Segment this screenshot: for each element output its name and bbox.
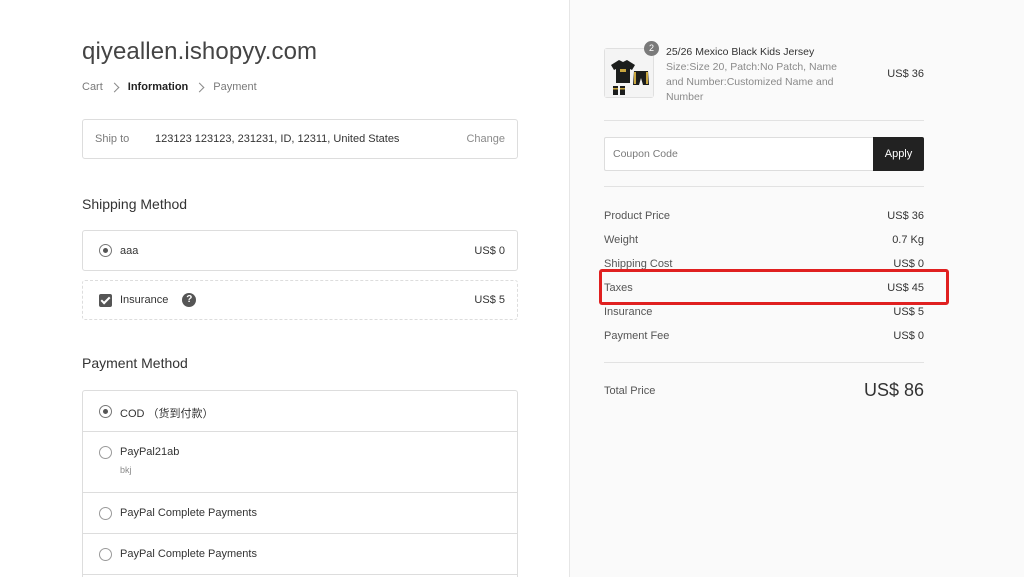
shipping-method-title: Shipping Method [82, 196, 188, 212]
summary-label: Taxes [604, 282, 633, 294]
change-address-link[interactable]: Change [466, 133, 505, 145]
jersey-image [605, 49, 653, 97]
divider [604, 362, 924, 363]
payment-option-paypal21ab[interactable]: PayPal21ab bkj [83, 432, 517, 493]
insurance-label-wrap: Insurance ? [120, 293, 474, 307]
summary-row-product-price: Product Price US$ 36 [604, 209, 924, 233]
summary-row-shipping-cost: Shipping Cost US$ 0 [604, 257, 924, 281]
store-name[interactable]: qiyeallen.ishopyy.com [82, 38, 317, 66]
chevron-right-icon [194, 82, 205, 92]
payment-radio-selected[interactable] [99, 405, 112, 418]
shipping-option-label: aaa [120, 244, 139, 257]
summary-row-weight: Weight 0.7 Kg [604, 233, 924, 257]
chevron-right-icon [109, 82, 120, 92]
payment-option-label: PayPal Complete Payments [120, 548, 257, 560]
insurance-option[interactable]: Insurance ? US$ 5 [82, 280, 518, 320]
payment-option-paypal-complete-2[interactable]: PayPal Complete Payments [83, 534, 517, 575]
summary-row-insurance: Insurance US$ 5 [604, 305, 924, 329]
order-summary-panel: 2 25/26 Mexico Black Kids Jersey Size:Si… [569, 0, 1024, 577]
shipping-radio-selected[interactable] [99, 244, 112, 257]
payment-option-text: PayPal21ab bkj [120, 446, 179, 475]
insurance-label: Insurance [120, 294, 169, 306]
coupon-form: Apply [604, 137, 924, 171]
summary-value: US$ 0 [893, 330, 924, 342]
summary-value: US$ 36 [887, 210, 924, 222]
shipping-option-aaa[interactable]: aaa US$ 0 [82, 230, 518, 271]
summary-label: Product Price [604, 210, 671, 222]
product-thumbnail: 2 [604, 41, 659, 98]
payment-radio[interactable] [99, 446, 112, 459]
price-summary: Product Price US$ 36 Weight 0.7 Kg Shipp… [604, 209, 924, 353]
summary-value: US$ 0 [893, 258, 924, 270]
total-price-row: Total Price US$ 86 [604, 380, 924, 401]
checkout-form-column: qiyeallen.ishopyy.com Cart Information P… [0, 0, 569, 577]
payment-method-list: COD （货到付款） PayPal21ab bkj PayPal Complet… [82, 390, 518, 577]
breadcrumb-information: Information [127, 81, 189, 93]
summary-value: US$ 45 [887, 282, 924, 294]
total-price-value: US$ 86 [863, 380, 924, 400]
insurance-price: US$ 5 [474, 294, 505, 306]
summary-label: Shipping Cost [604, 258, 673, 270]
payment-option-cod[interactable]: COD （货到付款） [83, 391, 517, 432]
breadcrumb-payment[interactable]: Payment [213, 81, 256, 93]
checkout-page: qiyeallen.ishopyy.com Cart Information P… [0, 0, 1024, 577]
breadcrumb: Cart Information Payment [82, 81, 257, 93]
payment-option-label: COD （货到付款） [120, 408, 214, 420]
apply-coupon-button[interactable]: Apply [873, 137, 924, 171]
divider [604, 120, 924, 121]
ship-to-label: Ship to [95, 133, 130, 145]
summary-label: Insurance [604, 306, 653, 318]
cart-item: 2 25/26 Mexico Black Kids Jersey Size:Si… [604, 41, 924, 105]
insurance-checkbox[interactable] [99, 293, 112, 307]
shipping-option-price: US$ 0 [474, 244, 505, 257]
ship-to-address: 123123 123123, 231231, ID, 12311, United… [155, 133, 400, 145]
payment-radio[interactable] [99, 507, 112, 520]
payment-method-title: Payment Method [82, 355, 188, 371]
total-price-label: Total Price [604, 384, 656, 397]
summary-value: 0.7 Kg [892, 234, 924, 246]
summary-label: Weight [604, 234, 639, 246]
product-info: 25/26 Mexico Black Kids Jersey Size:Size… [666, 46, 851, 105]
divider [604, 186, 924, 187]
summary-label: Payment Fee [604, 330, 670, 342]
payment-radio[interactable] [99, 548, 112, 561]
payment-option-paypal-complete[interactable]: PayPal Complete Payments [83, 493, 517, 534]
payment-option-label: PayPal21ab [120, 446, 180, 458]
ship-to-box: Ship to 123123 123123, 231231, ID, 12311… [82, 119, 518, 159]
question-help-icon[interactable]: ? [182, 293, 197, 307]
quantity-badge: 2 [644, 41, 659, 56]
payment-option-description: bkj [120, 465, 132, 475]
breadcrumb-cart[interactable]: Cart [82, 81, 103, 93]
product-variant: Size:Size 20, Patch:No Patch, Name and N… [666, 61, 837, 103]
product-price: US$ 36 [887, 68, 924, 80]
summary-row-taxes: Taxes US$ 45 [604, 281, 924, 305]
summary-row-payment-fee: Payment Fee US$ 0 [604, 329, 924, 353]
summary-value: US$ 5 [893, 306, 924, 318]
coupon-code-input[interactable] [604, 137, 873, 171]
payment-option-label: PayPal Complete Payments [120, 507, 257, 519]
product-title: 25/26 Mexico Black Kids Jersey [666, 46, 815, 58]
